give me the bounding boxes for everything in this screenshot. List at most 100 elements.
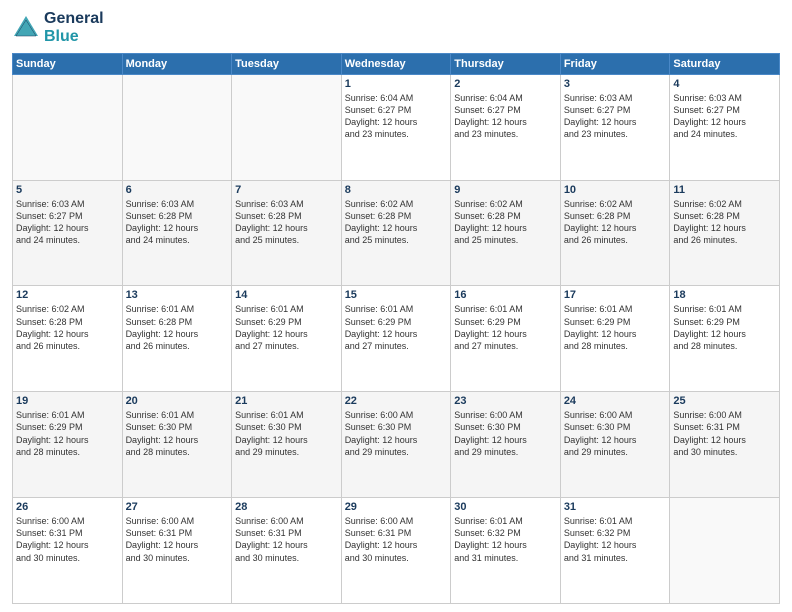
- day-info: Sunrise: 6:00 AMSunset: 6:31 PMDaylight:…: [345, 515, 448, 564]
- day-info: Sunrise: 6:01 AMSunset: 6:29 PMDaylight:…: [454, 303, 557, 352]
- day-number: 28: [235, 501, 338, 513]
- day-number: 11: [673, 184, 776, 196]
- day-info: Sunrise: 6:00 AMSunset: 6:30 PMDaylight:…: [564, 409, 667, 458]
- day-info: Sunrise: 6:02 AMSunset: 6:28 PMDaylight:…: [345, 198, 448, 247]
- day-info: Sunrise: 6:01 AMSunset: 6:30 PMDaylight:…: [235, 409, 338, 458]
- calendar-week-3: 12 Sunrise: 6:02 AMSunset: 6:28 PMDayligh…: [13, 286, 780, 392]
- day-number: 20: [126, 395, 229, 407]
- day-number: 5: [16, 184, 119, 196]
- day-info: Sunrise: 6:01 AMSunset: 6:29 PMDaylight:…: [345, 303, 448, 352]
- calendar-cell: 2Sunrise: 6:04 AMSunset: 6:27 PMDaylight…: [451, 74, 561, 180]
- day-info: Sunrise: 6:02 AMSunset: 6:28 PMDaylight:…: [454, 198, 557, 247]
- day-info: Sunrise: 6:00 AMSunset: 6:31 PMDaylight:…: [126, 515, 229, 564]
- day-number: 29: [345, 501, 448, 513]
- day-info: Sunrise: 6:01 AMSunset: 6:29 PMDaylight:…: [16, 409, 119, 458]
- calendar-cell: 30 Sunrise: 6:01 AMSunset: 6:32 PMDayligh…: [451, 498, 561, 604]
- calendar-cell: 22Sunrise: 6:00 AMSunset: 6:30 PMDayligh…: [341, 392, 451, 498]
- calendar-cell: 23 Sunrise: 6:00 AMSunset: 6:30 PMDayligh…: [451, 392, 561, 498]
- day-header-saturday: Saturday: [670, 53, 780, 74]
- calendar-cell: [13, 74, 123, 180]
- day-number: 16: [454, 289, 557, 301]
- calendar-cell: 11 Sunrise: 6:02 AMSunset: 6:28 PMDayligh…: [670, 180, 780, 286]
- day-header-sunday: Sunday: [13, 53, 123, 74]
- day-info: Sunrise: 6:02 AMSunset: 6:28 PMDaylight:…: [673, 198, 776, 247]
- day-info: Sunrise: 6:02 AMSunset: 6:28 PMDaylight:…: [564, 198, 667, 247]
- day-number: 6: [126, 184, 229, 196]
- day-header-friday: Friday: [560, 53, 670, 74]
- logo-icon: [12, 14, 40, 42]
- day-number: 14: [235, 289, 338, 301]
- day-info: Sunrise: 6:04 AMSunset: 6:27 PMDaylight:…: [345, 92, 448, 141]
- day-number: 8: [345, 184, 448, 196]
- day-info: Sunrise: 6:00 AMSunset: 6:31 PMDaylight:…: [16, 515, 119, 564]
- day-info: Sunrise: 6:03 AMSunset: 6:27 PMDaylight:…: [16, 198, 119, 247]
- calendar-cell: [122, 74, 232, 180]
- calendar-cell: 24Sunrise: 6:00 AMSunset: 6:30 PMDayligh…: [560, 392, 670, 498]
- calendar-cell: 16 Sunrise: 6:01 AMSunset: 6:29 PMDayligh…: [451, 286, 561, 392]
- calendar-week-1: 1 Sunrise: 6:04 AMSunset: 6:27 PMDaylight…: [13, 74, 780, 180]
- day-number: 17: [564, 289, 667, 301]
- day-info: Sunrise: 6:03 AMSunset: 6:27 PMDaylight:…: [673, 92, 776, 141]
- calendar-cell: 26 Sunrise: 6:00 AMSunset: 6:31 PMDayligh…: [13, 498, 123, 604]
- calendar-cell: 28 Sunrise: 6:00 AMSunset: 6:31 PMDayligh…: [232, 498, 342, 604]
- calendar-cell: 3 Sunrise: 6:03 AMSunset: 6:27 PMDaylight…: [560, 74, 670, 180]
- page: General Blue SundayMondayTuesdayWednesda…: [0, 0, 792, 612]
- calendar-cell: 25 Sunrise: 6:00 AMSunset: 6:31 PMDayligh…: [670, 392, 780, 498]
- day-number: 15: [345, 289, 448, 301]
- day-number: 27: [126, 501, 229, 513]
- calendar-header-row: SundayMondayTuesdayWednesdayThursdayFrid…: [13, 53, 780, 74]
- day-info: Sunrise: 6:01 AMSunset: 6:29 PMDaylight:…: [564, 303, 667, 352]
- calendar-cell: 17 Sunrise: 6:01 AMSunset: 6:29 PMDayligh…: [560, 286, 670, 392]
- calendar-cell: 12 Sunrise: 6:02 AMSunset: 6:28 PMDayligh…: [13, 286, 123, 392]
- calendar-week-2: 5 Sunrise: 6:03 AMSunset: 6:27 PMDaylight…: [13, 180, 780, 286]
- day-number: 1: [345, 78, 448, 90]
- calendar-cell: 10 Sunrise: 6:02 AMSunset: 6:28 PMDayligh…: [560, 180, 670, 286]
- day-number: 26: [16, 501, 119, 513]
- day-number: 31: [564, 501, 667, 513]
- day-number: 30: [454, 501, 557, 513]
- calendar-cell: 31Sunrise: 6:01 AMSunset: 6:32 PMDayligh…: [560, 498, 670, 604]
- day-number: 18: [673, 289, 776, 301]
- day-number: 25: [673, 395, 776, 407]
- day-header-thursday: Thursday: [451, 53, 561, 74]
- day-number: 12: [16, 289, 119, 301]
- day-info: Sunrise: 6:00 AMSunset: 6:30 PMDaylight:…: [454, 409, 557, 458]
- calendar-cell: 19 Sunrise: 6:01 AMSunset: 6:29 PMDayligh…: [13, 392, 123, 498]
- calendar-cell: 15 Sunrise: 6:01 AMSunset: 6:29 PMDayligh…: [341, 286, 451, 392]
- day-header-monday: Monday: [122, 53, 232, 74]
- calendar-cell: 14 Sunrise: 6:01 AMSunset: 6:29 PMDayligh…: [232, 286, 342, 392]
- day-number: 23: [454, 395, 557, 407]
- day-number: 10: [564, 184, 667, 196]
- calendar-cell: 7Sunrise: 6:03 AMSunset: 6:28 PMDaylight…: [232, 180, 342, 286]
- day-header-tuesday: Tuesday: [232, 53, 342, 74]
- day-number: 2: [454, 78, 557, 90]
- calendar-cell: 21 Sunrise: 6:01 AMSunset: 6:30 PMDayligh…: [232, 392, 342, 498]
- calendar-cell: 8 Sunrise: 6:02 AMSunset: 6:28 PMDaylight…: [341, 180, 451, 286]
- day-number: 3: [564, 78, 667, 90]
- day-number: 9: [454, 184, 557, 196]
- day-info: Sunrise: 6:01 AMSunset: 6:32 PMDaylight:…: [454, 515, 557, 564]
- calendar-cell: 13 Sunrise: 6:01 AMSunset: 6:28 PMDayligh…: [122, 286, 232, 392]
- logo: General Blue: [12, 10, 104, 47]
- day-info: Sunrise: 6:00 AMSunset: 6:31 PMDaylight:…: [673, 409, 776, 458]
- calendar-week-5: 26 Sunrise: 6:00 AMSunset: 6:31 PMDayligh…: [13, 498, 780, 604]
- calendar-week-4: 19 Sunrise: 6:01 AMSunset: 6:29 PMDayligh…: [13, 392, 780, 498]
- calendar-cell: 4Sunrise: 6:03 AMSunset: 6:27 PMDaylight…: [670, 74, 780, 180]
- day-info: Sunrise: 6:00 AMSunset: 6:31 PMDaylight:…: [235, 515, 338, 564]
- day-number: 13: [126, 289, 229, 301]
- calendar-cell: 1 Sunrise: 6:04 AMSunset: 6:27 PMDaylight…: [341, 74, 451, 180]
- header: General Blue: [12, 10, 780, 47]
- day-number: 19: [16, 395, 119, 407]
- calendar-cell: 20 Sunrise: 6:01 AMSunset: 6:30 PMDayligh…: [122, 392, 232, 498]
- day-info: Sunrise: 6:02 AMSunset: 6:28 PMDaylight:…: [16, 303, 119, 352]
- day-info: Sunrise: 6:01 AMSunset: 6:28 PMDaylight:…: [126, 303, 229, 352]
- calendar-cell: 5 Sunrise: 6:03 AMSunset: 6:27 PMDaylight…: [13, 180, 123, 286]
- day-info: Sunrise: 6:03 AMSunset: 6:27 PMDaylight:…: [564, 92, 667, 141]
- day-number: 21: [235, 395, 338, 407]
- day-info: Sunrise: 6:01 AMSunset: 6:29 PMDaylight:…: [235, 303, 338, 352]
- calendar-cell: 27 Sunrise: 6:00 AMSunset: 6:31 PMDayligh…: [122, 498, 232, 604]
- calendar-cell: 9 Sunrise: 6:02 AMSunset: 6:28 PMDaylight…: [451, 180, 561, 286]
- calendar-cell: 6Sunrise: 6:03 AMSunset: 6:28 PMDaylight…: [122, 180, 232, 286]
- day-number: 7: [235, 184, 338, 196]
- day-info: Sunrise: 6:01 AMSunset: 6:30 PMDaylight:…: [126, 409, 229, 458]
